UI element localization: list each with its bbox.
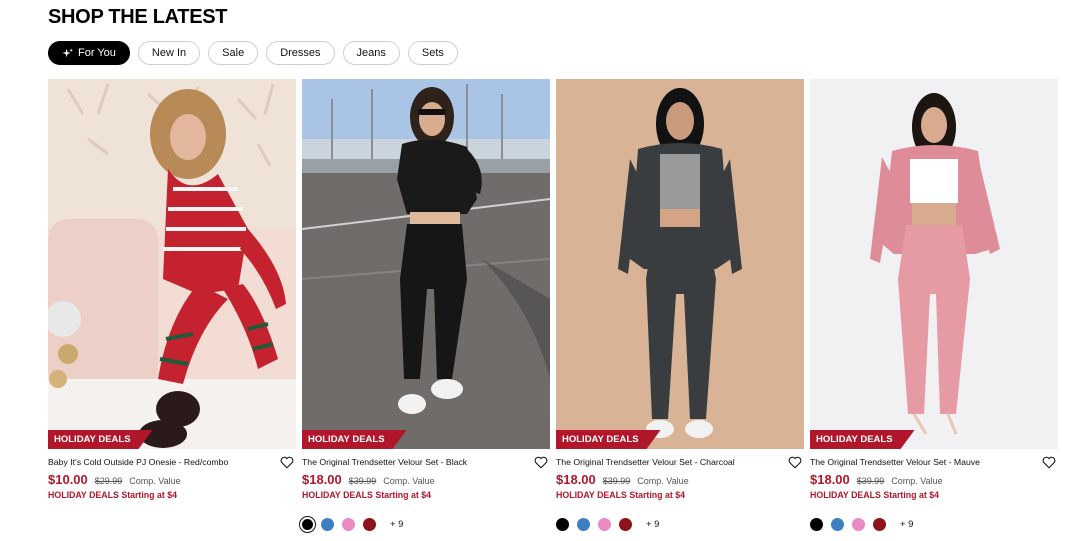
product-card[interactable]: HOLIDAY DEALS The Original Trendsetter V… bbox=[556, 79, 804, 532]
product-name[interactable]: The Original Trendsetter Velour Set - Ma… bbox=[810, 457, 980, 467]
more-colors-count[interactable]: + 9 bbox=[900, 519, 913, 530]
comp-value-label: Comp. Value bbox=[129, 476, 181, 486]
product-card[interactable]: HOLIDAY DEALS The Original Trendsetter V… bbox=[302, 79, 550, 532]
sale-price: $10.00 bbox=[48, 472, 88, 487]
color-swatch[interactable] bbox=[302, 518, 313, 530]
color-swatch[interactable] bbox=[577, 517, 590, 531]
color-swatch[interactable] bbox=[556, 517, 569, 531]
sale-price: $18.00 bbox=[302, 472, 342, 487]
color-swatch[interactable] bbox=[342, 517, 355, 531]
original-price: $29.99 bbox=[94, 476, 123, 486]
tab-label: For You bbox=[78, 47, 116, 59]
tab-for-you[interactable]: For You bbox=[48, 41, 130, 65]
original-price: $39.99 bbox=[856, 476, 885, 486]
color-swatch[interactable] bbox=[852, 517, 865, 531]
sale-price: $18.00 bbox=[556, 472, 596, 487]
color-swatch[interactable] bbox=[363, 517, 376, 531]
original-price: $39.99 bbox=[348, 476, 377, 486]
product-image[interactable]: HOLIDAY DEALS bbox=[48, 79, 296, 449]
heart-icon[interactable] bbox=[534, 456, 548, 469]
tab-label: Dresses bbox=[280, 47, 321, 59]
product-card[interactable]: HOLIDAY DEALS The Original Trendsetter V… bbox=[810, 79, 1058, 532]
heart-icon[interactable] bbox=[1042, 456, 1056, 469]
product-image[interactable]: HOLIDAY DEALS bbox=[302, 79, 550, 449]
section-title: SHOP THE LATEST bbox=[48, 6, 228, 28]
color-swatches: + 9 bbox=[810, 516, 1058, 532]
tab-label: Sale bbox=[222, 47, 245, 59]
holiday-deals-badge: HOLIDAY DEALS bbox=[302, 430, 407, 449]
tab-new-in[interactable]: New In bbox=[137, 41, 201, 65]
holiday-deals-badge: HOLIDAY DEALS bbox=[810, 430, 915, 449]
tab-jeans[interactable]: Jeans bbox=[342, 41, 400, 65]
comp-value-label: Comp. Value bbox=[891, 476, 943, 486]
heart-icon[interactable] bbox=[280, 456, 294, 469]
tab-label: Sets bbox=[421, 47, 444, 59]
product-image[interactable]: HOLIDAY DEALS bbox=[810, 79, 1058, 449]
more-colors-count[interactable]: + 9 bbox=[390, 519, 403, 530]
product-grid: HOLIDAY DEALS Baby It's Cold Outside PJ … bbox=[48, 79, 1058, 532]
tab-dresses[interactable]: Dresses bbox=[266, 41, 335, 65]
sparkle-icon bbox=[62, 47, 73, 57]
color-swatch[interactable] bbox=[598, 517, 611, 531]
comp-value-label: Comp. Value bbox=[383, 476, 435, 486]
tab-sets[interactable]: Sets bbox=[407, 41, 458, 65]
color-swatch[interactable] bbox=[810, 517, 823, 531]
original-price: $39.99 bbox=[602, 476, 631, 486]
promo-text: HOLIDAY DEALS Starting at $4 bbox=[810, 490, 940, 500]
category-tabs: For You New In Sale Dresses Jeans Sets bbox=[48, 41, 458, 65]
product-name[interactable]: The Original Trendsetter Velour Set - Bl… bbox=[302, 457, 467, 467]
heart-icon[interactable] bbox=[788, 456, 802, 469]
color-swatch[interactable] bbox=[831, 517, 844, 531]
product-name[interactable]: Baby It's Cold Outside PJ Onesie - Red/c… bbox=[48, 457, 228, 467]
tab-label: Jeans bbox=[356, 47, 386, 59]
promo-text: HOLIDAY DEALS Starting at $4 bbox=[302, 490, 432, 500]
product-card[interactable]: HOLIDAY DEALS Baby It's Cold Outside PJ … bbox=[48, 79, 296, 532]
holiday-deals-badge: HOLIDAY DEALS bbox=[556, 430, 661, 449]
color-swatch[interactable] bbox=[873, 517, 886, 531]
promo-text: HOLIDAY DEALS Starting at $4 bbox=[556, 490, 686, 500]
color-swatches: + 9 bbox=[302, 516, 550, 532]
color-swatches: + 9 bbox=[556, 516, 804, 532]
more-colors-count[interactable]: + 9 bbox=[646, 519, 659, 530]
sale-price: $18.00 bbox=[810, 472, 850, 487]
color-swatch[interactable] bbox=[619, 517, 632, 531]
comp-value-label: Comp. Value bbox=[637, 476, 689, 486]
product-name[interactable]: The Original Trendsetter Velour Set - Ch… bbox=[556, 457, 735, 467]
tab-sale[interactable]: Sale bbox=[208, 41, 259, 65]
tab-label: New In bbox=[151, 47, 187, 59]
product-image[interactable]: HOLIDAY DEALS bbox=[556, 79, 804, 449]
color-swatch[interactable] bbox=[321, 517, 334, 531]
promo-text: HOLIDAY DEALS Starting at $4 bbox=[48, 490, 178, 500]
holiday-deals-badge: HOLIDAY DEALS bbox=[48, 430, 153, 449]
